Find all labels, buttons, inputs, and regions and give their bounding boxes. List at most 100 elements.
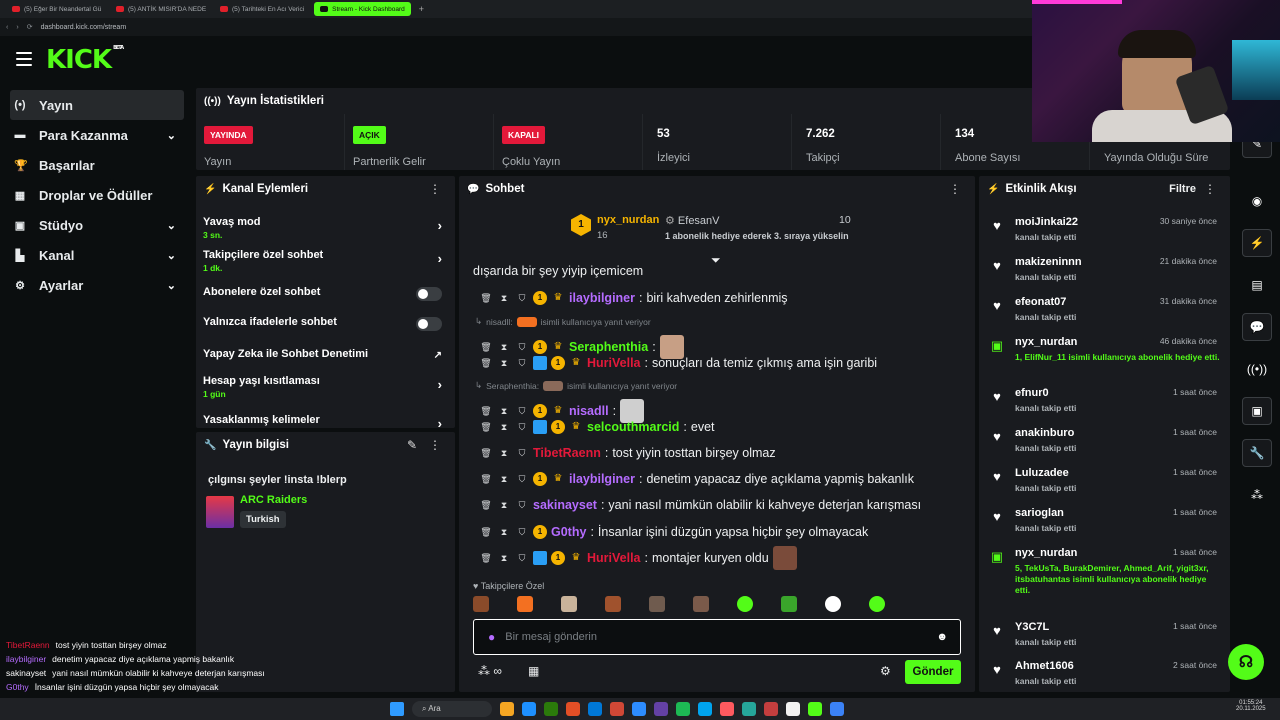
ban-icon[interactable]: ⛉ (515, 422, 529, 433)
taskbar-app-icon[interactable] (500, 702, 514, 716)
taskbar-app-icon[interactable] (522, 702, 536, 716)
delete-icon[interactable]: 🗑 (479, 293, 493, 304)
ban-icon[interactable]: ⛉ (515, 474, 529, 485)
hamburger-menu-icon[interactable] (16, 52, 32, 66)
emote[interactable] (649, 596, 665, 612)
delete-icon[interactable]: 🗑 (479, 422, 493, 433)
chat-username[interactable]: TibetRaenn (533, 446, 601, 460)
windows-start-icon[interactable] (390, 702, 404, 716)
ban-icon[interactable]: ⛉ (515, 448, 529, 459)
channel-action-item[interactable]: Abonelere özel sohbet (203, 286, 448, 301)
forward-icon[interactable]: › (16, 24, 18, 31)
chat-message[interactable]: 🗑 ⧗ ⛉ 1 ♛ HuriVella: montajer kuryen oldu (479, 546, 797, 570)
category-link[interactable]: ARC Raiders (240, 494, 307, 506)
taskbar-app-icon[interactable] (566, 702, 580, 716)
reply-indicator[interactable]: ↳ Seraphenthia: isimli kullanıcıya yanıt … (475, 380, 677, 391)
channel-action-item[interactable]: Takipçilere özel sohbet 1 dk. › (203, 249, 448, 273)
microphone-icon[interactable]: ● (488, 630, 495, 644)
ban-icon[interactable]: ⛉ (515, 342, 529, 353)
edit-pencil-icon[interactable]: ✎ (407, 438, 417, 452)
chat-more-icon[interactable]: ⋮ (949, 182, 961, 196)
chat-username[interactable]: selcouthmarcid (587, 420, 679, 434)
feed-more-icon[interactable]: ⋮ (1204, 182, 1216, 196)
taskbar-app-icon[interactable] (676, 702, 690, 716)
feed-username[interactable]: Luluzadee (1015, 467, 1069, 479)
ban-icon[interactable]: ⛉ (515, 406, 529, 417)
feed-username[interactable]: moiJinkai22 (1015, 216, 1078, 228)
document-icon[interactable]: ▤ (1242, 271, 1272, 299)
actions-more-icon[interactable]: ⋮ (429, 182, 441, 196)
dashboard-icon[interactable]: ▣ (1242, 397, 1272, 425)
sidebar-item-0[interactable]: (•) Yayın (10, 90, 184, 120)
emote-picker-icon[interactable]: ⁂ ∞ (478, 664, 502, 678)
camera-icon[interactable]: ◉ (1242, 187, 1272, 215)
chat-message[interactable]: 🗑 ⧗ ⛉ 1 ♛ selcouthmarcid: evet (479, 416, 715, 438)
chat-collapse-icon[interactable]: ⏷ (711, 253, 721, 268)
info-more-icon[interactable]: ⋮ (429, 438, 441, 452)
taskbar-app-icon[interactable] (808, 702, 822, 716)
channel-action-item[interactable]: Yalnızca ifadelerle sohbet (203, 316, 448, 331)
browser-tab[interactable]: Stream - Kick Dashboard (314, 2, 411, 16)
taskbar-app-icon[interactable] (654, 702, 668, 716)
delete-icon[interactable]: 🗑 (479, 553, 493, 564)
chat-username[interactable]: ilaybilginer (569, 472, 635, 486)
chat-username[interactable]: HuriVella (587, 356, 641, 370)
toggle-switch[interactable] (416, 317, 442, 331)
chat-username[interactable]: G0thy (551, 525, 586, 539)
ban-icon[interactable]: ⛉ (515, 553, 529, 564)
timeout-icon[interactable]: ⧗ (497, 293, 511, 304)
feed-username[interactable]: Ahmet1606 (1015, 660, 1074, 672)
chat-message[interactable]: 🗑 ⧗ ⛉ TibetRaenn: tost yiyin tosttan birşey … (479, 442, 775, 464)
taskbar-app-icon[interactable] (588, 702, 602, 716)
sidebar-item-2[interactable]: 🏆 Başarılar (0, 150, 188, 180)
external-link-icon[interactable]: ↗ (434, 350, 442, 361)
emote[interactable] (605, 596, 621, 612)
emote[interactable] (781, 596, 797, 612)
toggle-switch[interactable] (416, 287, 442, 301)
feed-username[interactable]: Y3C7L (1015, 621, 1049, 633)
clock[interactable]: 01:55:24 20.11.2025 (1236, 700, 1266, 712)
emoji-icon[interactable]: ☻ (936, 631, 948, 643)
help-button[interactable]: ☊ (1228, 644, 1264, 680)
taskbar-app-icon[interactable] (610, 702, 624, 716)
delete-icon[interactable]: 🗑 (479, 358, 493, 369)
timeout-icon[interactable]: ⧗ (497, 553, 511, 564)
pinned-user[interactable]: nyx_nurdan (597, 214, 659, 226)
timeout-icon[interactable]: ⧗ (497, 358, 511, 369)
sidebar-item-3[interactable]: ▦ Droplar ve Ödüller (0, 180, 188, 210)
store-icon[interactable]: ▦ (528, 664, 539, 678)
wrench-icon[interactable]: 🔧 (1242, 439, 1272, 467)
timeout-icon[interactable]: ⧗ (497, 474, 511, 485)
delete-icon[interactable]: 🗑 (479, 500, 493, 511)
timeout-icon[interactable]: ⧗ (497, 422, 511, 433)
kick-logo[interactable]: KICK BETA (46, 45, 124, 75)
feed-username[interactable]: anakinburo (1015, 427, 1074, 439)
chat-message-input[interactable]: ● Bir mesaj gönderin ☻ (473, 619, 961, 655)
chat-message[interactable]: 🗑 ⧗ ⛉ 1 ♛ HuriVella: sonuçları da temiz çıkmış… (479, 352, 877, 374)
timeout-icon[interactable]: ⧗ (497, 500, 511, 511)
ban-icon[interactable]: ⛉ (515, 527, 529, 538)
broadcast-icon[interactable]: ((•)) (1242, 355, 1272, 383)
timeout-icon[interactable]: ⧗ (497, 406, 511, 417)
chat-message[interactable]: 🗑 ⧗ ⛉ 1 G0thy: İnsanlar işini düzgün yapsa hi… (479, 521, 868, 543)
timeout-icon[interactable]: ⧗ (497, 527, 511, 538)
reload-icon[interactable]: ⟳ (27, 23, 33, 31)
feed-username[interactable]: sarioglan (1015, 507, 1064, 519)
channel-action-item[interactable]: Yavaş mod 3 sn. › (203, 216, 448, 240)
chat-message[interactable]: 🗑 ⧗ ⛉ 1 ♛ ilaybilginer: denetim yapacaz diye a… (479, 468, 914, 490)
chat-username[interactable]: ilaybilginer (569, 291, 635, 305)
emote[interactable] (561, 596, 577, 612)
feed-username[interactable]: efnur0 (1015, 387, 1049, 399)
emote[interactable] (825, 596, 841, 612)
ban-icon[interactable]: ⛉ (515, 500, 529, 511)
chat-icon[interactable]: 💬 (1242, 313, 1272, 341)
delete-icon[interactable]: 🗑 (479, 406, 493, 417)
chat-message[interactable]: 🗑 ⧗ ⛉ sakinayset: yani nasıl mümkün olabilir… (479, 494, 921, 516)
channel-action-item[interactable]: Yapay Zeka ile Sohbet Denetimi ↗ (203, 348, 448, 361)
sidebar-item-4[interactable]: ▣ Stüdyo ⌄ (0, 210, 188, 240)
bolt-icon[interactable]: ⚡ (1242, 229, 1272, 257)
delete-icon[interactable]: 🗑 (479, 342, 493, 353)
ban-icon[interactable]: ⛉ (515, 293, 529, 304)
delete-icon[interactable]: 🗑 (479, 474, 493, 485)
chat-settings-icon[interactable]: ⚙ (880, 664, 891, 678)
